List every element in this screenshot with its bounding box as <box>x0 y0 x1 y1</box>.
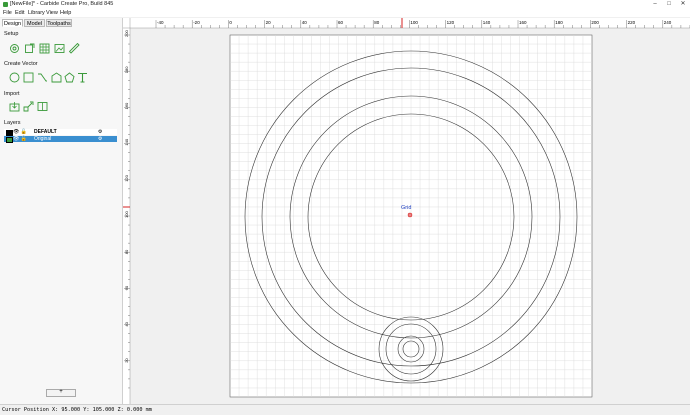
rectangle-icon[interactable] <box>23 72 34 83</box>
maximize-button[interactable]: □ <box>662 0 676 9</box>
h-ruler-label: 80 <box>374 20 380 25</box>
import-svg-icon[interactable] <box>9 101 20 112</box>
tab-design[interactable]: Design <box>2 19 23 27</box>
v-ruler-label: 80 <box>124 249 129 254</box>
close-button[interactable]: ✕ <box>676 0 690 9</box>
section-layers: Layers <box>4 120 21 126</box>
section-create-vector: Create Vector <box>4 61 38 67</box>
menu-file[interactable]: File <box>3 10 12 16</box>
left-panel: Design Model Toolpaths Setup Create Vect… <box>0 18 123 404</box>
menu-library[interactable]: Library <box>28 10 45 16</box>
v-ruler-label: 140 <box>124 138 129 145</box>
v-ruler-label: 120 <box>124 174 129 181</box>
gear-icon[interactable]: ⚙ <box>98 129 102 135</box>
grid-icon[interactable] <box>39 43 50 54</box>
h-ruler-label: 240 <box>664 20 672 25</box>
horizontal-ruler <box>123 18 690 28</box>
v-ruler-label: 20 <box>124 358 129 363</box>
h-ruler-label: 140 <box>483 20 491 25</box>
design-canvas-area[interactable]: -40 -20 0 20 40 60 80 100 120 140 160 180 200 220 240 … <box>123 18 690 404</box>
h-ruler-label: 120 <box>447 20 455 25</box>
curve-icon[interactable] <box>37 72 48 83</box>
design-canvas[interactable]: -40 -20 0 20 40 60 80 100 120 140 160 180 200 220 240 … <box>123 18 690 404</box>
image-icon[interactable] <box>54 43 65 54</box>
section-import: Import <box>4 91 20 97</box>
layer-color-swatch[interactable] <box>6 137 13 143</box>
status-bar: Cursor Position X: 95.000 Y: 105.000 Z: … <box>0 404 690 415</box>
menu-view[interactable]: View <box>46 10 58 16</box>
circle-icon[interactable] <box>9 72 20 83</box>
text-icon[interactable] <box>77 72 88 83</box>
v-ruler-label: 200 <box>124 30 129 37</box>
layer-row-default[interactable]: 👁 🔓 DEFAULT ⚙ <box>4 129 117 136</box>
h-ruler-label: 20 <box>266 20 272 25</box>
h-ruler-label: 60 <box>338 20 344 25</box>
window-title: [NewFile]* - Carbide Create Pro, Build 8… <box>10 1 114 7</box>
ruler-icon[interactable] <box>69 43 80 54</box>
v-ruler-label: 100 <box>124 211 129 218</box>
eye-icon[interactable]: 👁 🔓 <box>13 129 27 135</box>
v-ruler-label: 160 <box>124 102 129 109</box>
h-ruler-label: 180 <box>555 20 563 25</box>
minimize-button[interactable]: – <box>648 0 662 9</box>
import-book-icon[interactable] <box>37 101 48 112</box>
tab-model[interactable]: Model <box>24 19 45 27</box>
section-setup: Setup <box>4 31 19 37</box>
v-ruler-label: 40 <box>124 321 129 326</box>
app-logo-icon <box>3 2 8 7</box>
job-setup-icon[interactable] <box>9 43 20 54</box>
pentagon-icon[interactable] <box>64 72 75 83</box>
menu-bar: File Edit Library View Help <box>0 9 690 17</box>
grid-label: Grid <box>401 205 411 211</box>
gear-icon[interactable]: ⚙ <box>98 136 102 142</box>
h-ruler-label: 40 <box>302 20 308 25</box>
h-ruler-label: 200 <box>591 20 599 25</box>
h-ruler-label: 160 <box>519 20 527 25</box>
eye-icon[interactable]: 👁 🔓 <box>13 136 27 142</box>
edit-stock-icon[interactable] <box>24 43 35 54</box>
vertical-ruler <box>123 18 130 404</box>
menu-help[interactable]: Help <box>60 10 71 16</box>
v-ruler-label: 180 <box>124 66 129 73</box>
menu-edit[interactable]: Edit <box>15 10 24 16</box>
h-ruler-label: -40 <box>157 20 164 25</box>
layer-name: Original <box>34 136 52 142</box>
h-ruler-label: -20 <box>193 20 200 25</box>
v-ruler-label: 60 <box>124 285 129 290</box>
layer-row-original[interactable]: 👁 🔓 Original ⚙ <box>4 136 117 143</box>
h-ruler-label: 220 <box>628 20 636 25</box>
tab-toolpaths[interactable]: Toolpaths <box>46 19 72 27</box>
add-layer-button[interactable]: + <box>46 389 76 397</box>
h-ruler-label: 100 <box>410 20 418 25</box>
layer-name: DEFAULT <box>34 129 57 135</box>
polygon-icon[interactable] <box>51 72 62 83</box>
import-dxf-icon[interactable] <box>23 101 34 112</box>
cursor-position: Cursor Position X: 95.000 Y: 105.000 Z: … <box>2 407 152 413</box>
title-bar: [NewFile]* - Carbide Create Pro, Build 8… <box>0 0 690 9</box>
